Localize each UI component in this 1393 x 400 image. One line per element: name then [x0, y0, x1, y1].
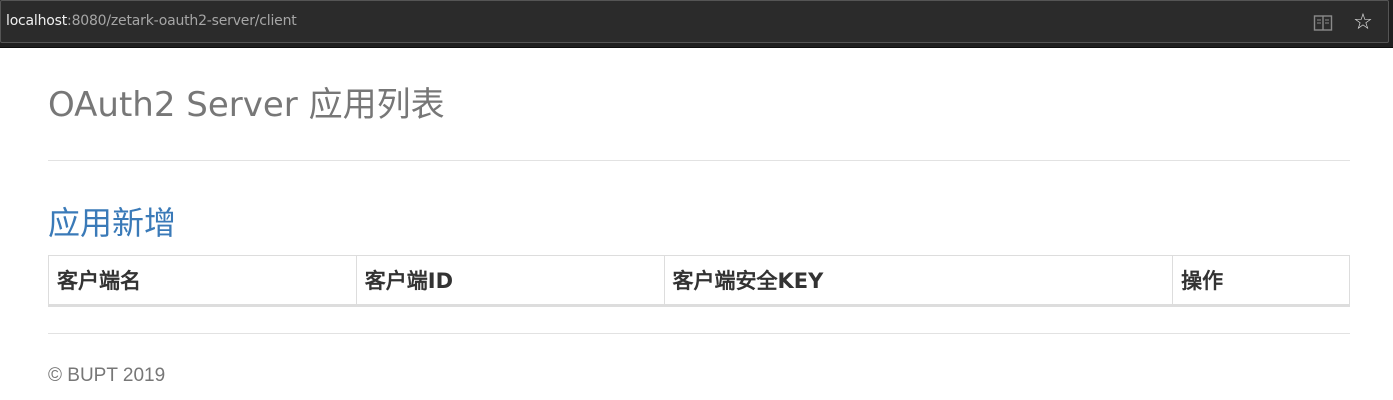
header-divider [48, 160, 1350, 161]
column-header-actions: 操作 [1172, 255, 1350, 307]
page-title: OAuth2 Server 应用列表 [48, 85, 445, 125]
client-table: 客户端名 客户端ID 客户端安全KEY 操作 [48, 255, 1350, 307]
reading-view-icon[interactable] [1313, 14, 1333, 32]
table-header: 客户端名 客户端ID 客户端安全KEY 操作 [48, 255, 1350, 307]
add-application-link[interactable]: 应用新增 [48, 203, 176, 243]
column-header-client-id: 客户端ID [355, 255, 665, 307]
page-scrollbar[interactable] [1387, 48, 1393, 400]
address-bar[interactable]: localhost:8080/zetark-oauth2-server/clie… [0, 0, 1389, 43]
table-header-row: 客户端名 客户端ID 客户端安全KEY 操作 [48, 255, 1350, 307]
url-text[interactable]: localhost:8080/zetark-oauth2-server/clie… [6, 12, 297, 30]
browser-toolbar: localhost:8080/zetark-oauth2-server/clie… [0, 0, 1393, 48]
url-host: localhost [6, 13, 68, 29]
footer-copyright: © BUPT 2019 [48, 365, 166, 386]
column-header-client-secret: 客户端安全KEY [663, 255, 1174, 307]
column-header-client-name: 客户端名 [48, 255, 357, 307]
url-path: :8080/zetark-oauth2-server/client [67, 13, 297, 29]
footer-divider [48, 333, 1350, 334]
favorite-star-icon[interactable]: ☆ [1351, 11, 1375, 35]
